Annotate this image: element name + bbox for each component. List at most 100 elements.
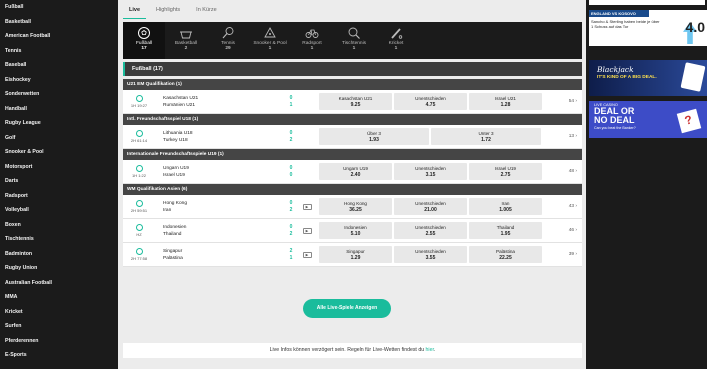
promo-blackjack[interactable]: Blackjack IT'S KIND OF A BIG DEAL. <box>589 60 707 96</box>
sidebar-item-mma[interactable]: MMA <box>0 290 118 305</box>
sidebar-item-badminton[interactable]: Badminton <box>0 247 118 262</box>
sport-filter-count: 1 <box>394 46 398 51</box>
sport-filter-snooker-pool[interactable]: Snooker & Pool 1 <box>249 22 291 59</box>
league-header[interactable]: U21 EM Qualifikation (1) <box>123 79 582 90</box>
match-row[interactable]: 1H 1:22 Ungarn U19 Israel U19 0 0 Ungarn U19 2… <box>123 160 582 184</box>
match-teams: Singapur Palästina <box>155 248 285 262</box>
sport-filter-count: 1 <box>268 46 272 51</box>
promo-deal-or-no-deal[interactable]: LIVE CASINO DEAL OR NO DEAL Can you beat… <box>589 101 707 138</box>
match-score: 21 <box>285 248 297 262</box>
odds-button[interactable]: Unter 3 1.72 <box>431 128 541 145</box>
home-team: Indonesien <box>163 224 187 230</box>
match-score: 02 <box>285 130 297 144</box>
sport-filter-count: 17 <box>141 46 147 51</box>
sidebar-item-radsport[interactable]: Radsport <box>0 189 118 204</box>
odds-button[interactable]: Israel U19 2.75 <box>469 163 542 180</box>
odds-button[interactable]: Unentschieden 3.15 <box>394 163 467 180</box>
more-markets-link[interactable]: 39 › <box>569 252 577 257</box>
away-team: Turkey U18 <box>163 137 188 143</box>
sidebar-item-surfen[interactable]: Surfen <box>0 319 118 334</box>
tv-icon[interactable]: ▶ <box>302 227 312 234</box>
tv-icon[interactable]: ▶ <box>302 203 312 210</box>
odds-button[interactable]: Unentschieden 2.55 <box>394 222 467 239</box>
all-live-games-button[interactable]: Alle Live-Spiele Anzeigen <box>303 299 391 318</box>
sidebar-item-snooker-pool[interactable]: Snooker & Pool <box>0 145 118 160</box>
match-row[interactable]: HZ Indonesien Thailand 0 2 ▶ Indonesien 5.10 Une… <box>123 219 582 243</box>
section-header-football[interactable]: Fußball (17) <box>123 62 582 76</box>
sidebar-item-rugby-league[interactable]: Rugby League <box>0 116 118 131</box>
sidebar-item-handball[interactable]: Handball <box>0 102 118 117</box>
sidebar-item-basketball[interactable]: Basketball <box>0 15 118 30</box>
sport-filter-count: 1 <box>352 46 356 51</box>
sidebar-item-kricket[interactable]: Kricket <box>0 305 118 320</box>
odds-button[interactable]: Singapur 1.29 <box>319 246 392 263</box>
odds-button[interactable]: Unentschieden 3.55 <box>394 246 467 263</box>
sidebar-item-tischtennis[interactable]: Tischtennis <box>0 232 118 247</box>
sidebar-item-volleyball[interactable]: Volleyball <box>0 203 118 218</box>
sidebar-item-boxen[interactable]: Boxen <box>0 218 118 233</box>
sidebar-item-golf[interactable]: Golf <box>0 131 118 146</box>
odds-price: 3.55 <box>425 254 436 261</box>
tab-highlights[interactable]: Highlights <box>150 3 186 19</box>
promo-england-kosovo[interactable]: ENGLAND VS KOSOVO Sancho & Sterling habe… <box>589 10 707 46</box>
sport-filter-tischtennis[interactable]: Tischtennis 1 <box>333 22 375 59</box>
more-markets-link[interactable]: 54 › <box>569 99 577 104</box>
sidebar-item-american-football[interactable]: American Football <box>0 29 118 44</box>
match-row[interactable]: 2H 61:14 Lithuania U18 Turkey U18 0 2 Über 31… <box>123 125 582 149</box>
league-header[interactable]: Intl. Freundschaftsspiel U18 (1) <box>123 114 582 125</box>
sidebar-item-motorsport[interactable]: Motorsport <box>0 160 118 175</box>
info-text: Live Infos können verzögert sein. Regeln… <box>269 347 426 353</box>
sidebar-item-rugby-union[interactable]: Rugby Union <box>0 261 118 276</box>
more-markets-link[interactable]: 13 › <box>569 134 577 139</box>
odds-button[interactable]: Unentschieden 4.75 <box>394 93 467 110</box>
match-row[interactable]: 2H 77:58 Singapur Palästina 2 1 ▶ Singapur 1.29… <box>123 243 582 267</box>
odds-button[interactable]: Ungarn U19 2.40 <box>319 163 392 180</box>
odds-button[interactable]: Iran 1.005 <box>469 198 542 215</box>
tab-in-kuerze[interactable]: In Kürze <box>190 3 222 19</box>
odds-button[interactable]: Kasachstan U21 9.25 <box>319 93 392 110</box>
away-score: 1 <box>289 254 293 261</box>
sidebar-item-fu-ball[interactable]: Fußball <box>0 0 118 15</box>
sport-filter-fu-ball[interactable]: Fußball 17 <box>123 22 165 59</box>
sport-filter-tennis[interactable]: Tennis 29 <box>207 22 249 59</box>
bicycle-icon <box>291 26 333 40</box>
sports-filter-bar: Fußball 17 Basketball 2 Tennis 29 Snooker & Po… <box>123 22 582 59</box>
odds-button[interactable]: Unentschieden 21.00 <box>394 198 467 215</box>
odds-button[interactable]: Über 3 1.93 <box>319 128 429 145</box>
league-header[interactable]: Internationale Freundschaftsspiele U19 (… <box>123 149 582 160</box>
odds-button[interactable]: Hong Kong 36.25 <box>319 198 392 215</box>
sidebar-item-australian-football[interactable]: Australian Football <box>0 276 118 291</box>
odds-price: 5.10 <box>350 230 361 237</box>
odds-button[interactable]: Indonesien 5.10 <box>319 222 392 239</box>
tab-live[interactable]: Live <box>123 3 147 19</box>
sport-filter-radsport[interactable]: Radsport 1 <box>291 22 333 59</box>
odds-price: 1.28 <box>500 101 511 108</box>
sidebar-item-tennis[interactable]: Tennis <box>0 44 118 59</box>
odds-button[interactable]: Israel U21 1.28 <box>469 93 542 110</box>
more-markets-link[interactable]: 43 › <box>569 204 577 209</box>
odds-button[interactable]: Palästina 22.25 <box>469 246 542 263</box>
match-teams: Hong Kong Iran <box>155 200 285 214</box>
match-time: HZ <box>136 232 142 237</box>
rules-link[interactable]: hier <box>426 347 434 353</box>
sidebar-item-eishockey[interactable]: Eishockey <box>0 73 118 88</box>
sport-filter-basketball[interactable]: Basketball 2 <box>165 22 207 59</box>
sidebar-item-e-sports[interactable]: E-Sports <box>0 348 118 363</box>
league-header[interactable]: WM Qualifikation Asien (6) <box>123 184 582 195</box>
basketball-icon <box>165 26 207 40</box>
away-score: 2 <box>289 206 293 213</box>
more-markets-link[interactable]: 48 › <box>569 169 577 174</box>
more-markets-link[interactable]: 46 › <box>569 228 577 233</box>
sidebar-item-pferderennen[interactable]: Pferderennen <box>0 334 118 349</box>
match-row[interactable]: 1H 19:27 Kasachstan U21 Rumänien U21 0 1 Kasa… <box>123 90 582 114</box>
sidebar-item-baseball[interactable]: Baseball <box>0 58 118 73</box>
sport-filter-kricket[interactable]: Kricket 1 <box>375 22 417 59</box>
main-content: Live Highlights In Kürze Fußball 17 Basket… <box>118 0 586 369</box>
sidebar-item-sonderwetten[interactable]: Sonderwetten <box>0 87 118 102</box>
tv-icon[interactable]: ▶ <box>302 251 312 258</box>
match-time: 1H 19:27 <box>130 103 148 108</box>
odds-button[interactable]: Thailand 1.95 <box>469 222 542 239</box>
match-time: 1H 1:22 <box>131 173 146 178</box>
sidebar-item-darts[interactable]: Darts <box>0 174 118 189</box>
match-row[interactable]: 2H 59:51 Hong Kong Iran 0 2 ▶ Hong Kong 36.25 Un… <box>123 195 582 219</box>
